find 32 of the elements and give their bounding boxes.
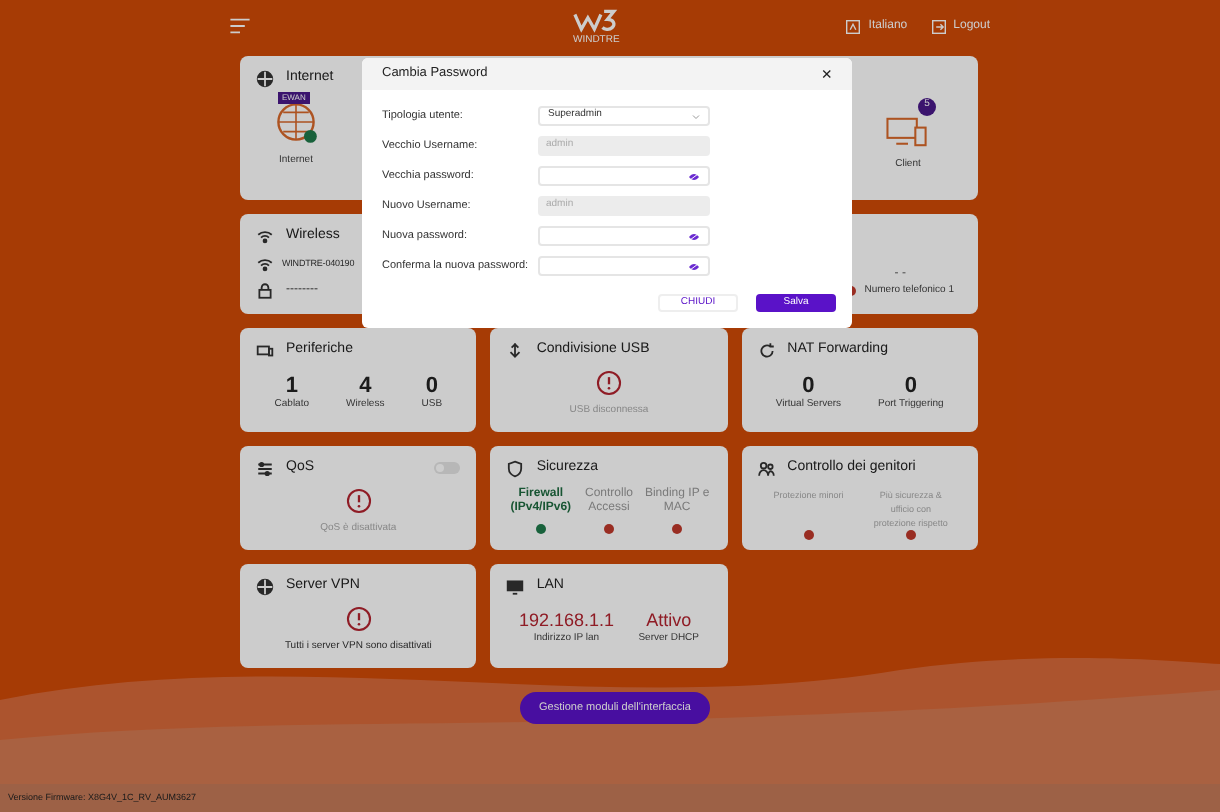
close-button[interactable]: × (821, 65, 832, 83)
warning-icon (345, 487, 372, 513)
stat-value: 0 (425, 373, 438, 397)
monitor-icon (506, 577, 525, 596)
menu-icon[interactable] (230, 18, 250, 34)
stat-value: 0 (802, 373, 815, 397)
warning-icon (595, 369, 622, 395)
password-field[interactable] (538, 226, 710, 246)
stat-value: 1 (285, 373, 298, 397)
stat-value: 0 (904, 373, 917, 397)
devices-icon (256, 341, 274, 360)
refresh-icon (757, 341, 776, 360)
chevron-down-icon (692, 113, 700, 119)
language-icon (846, 19, 861, 33)
shield-icon (506, 459, 525, 478)
sliders-icon (256, 459, 274, 478)
password-field[interactable] (538, 166, 710, 186)
hidden-eye-icon[interactable] (688, 171, 700, 181)
logout-icon (931, 19, 946, 33)
warning-icon (345, 605, 372, 631)
stat-value: 4 (359, 373, 372, 397)
hidden-eye-icon[interactable] (688, 231, 700, 241)
wifi-icon (256, 255, 274, 273)
stat-value: Attivo (646, 609, 692, 631)
lock-icon (256, 281, 274, 299)
wifi-icon (256, 227, 274, 246)
people-icon (757, 459, 776, 478)
stat-value: 192.168.1.1 (518, 609, 614, 631)
hidden-eye-icon[interactable] (688, 261, 700, 271)
password-field[interactable] (538, 256, 710, 276)
logo-icon (570, 7, 623, 33)
computer-icon (886, 113, 930, 149)
